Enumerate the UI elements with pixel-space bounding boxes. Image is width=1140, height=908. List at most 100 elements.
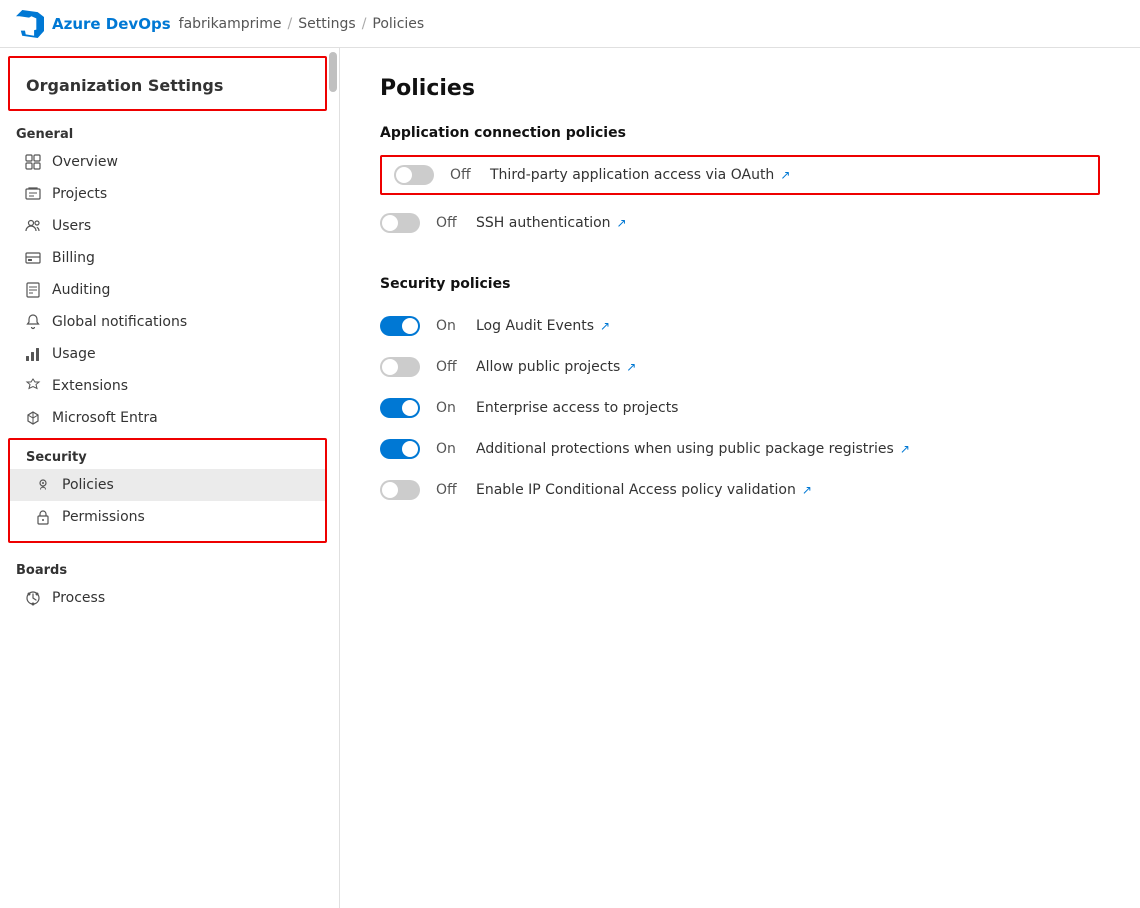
billing-icon [24,249,42,267]
azure-devops-logo-icon [16,10,44,38]
topbar: Azure DevOps fabrikamprime / Settings / … [0,0,1140,48]
sidebar-item-label: Process [52,590,105,606]
toggle-thumb-public-projects [382,359,398,375]
policy-name-public-projects: Allow public projects ↗ [476,359,636,375]
auditing-icon [24,281,42,299]
breadcrumb-current: Policies [372,16,424,32]
grid-icon [24,153,42,171]
projects-icon [24,185,42,203]
toggle-thumb-ssh [382,215,398,231]
sidebar-section-security: Security [10,448,325,469]
logo[interactable]: Azure DevOps [16,10,171,38]
policy-link-ssh[interactable]: ↗ [617,216,627,230]
sidebar-item-label: Policies [62,477,114,493]
policy-name-enterprise-access: Enterprise access to projects [476,400,678,416]
sidebar-item-usage[interactable]: Usage [0,338,339,370]
toggle-state-package-registries: On [436,441,460,457]
notification-icon [24,313,42,331]
users-icon [24,217,42,235]
policy-link-ip-conditional[interactable]: ↗ [802,483,812,497]
sidebar-item-label: Overview [52,154,118,170]
app-name[interactable]: Azure DevOps [52,15,171,33]
sidebar-item-label: Extensions [52,378,128,394]
sidebar-item-label: Projects [52,186,107,202]
toggle-ip-conditional[interactable] [380,480,420,500]
sidebar-item-users[interactable]: Users [0,210,339,242]
usage-icon [24,345,42,363]
breadcrumb: fabrikamprime / Settings / Policies [179,16,425,32]
toggle-thumb-oauth [396,167,412,183]
sidebar-item-billing[interactable]: Billing [0,242,339,274]
sidebar-item-label: Users [52,218,91,234]
sidebar-item-label: Usage [52,346,96,362]
sidebar-item-microsoft-entra[interactable]: Microsoft Entra [0,402,339,434]
toggle-state-oauth: Off [450,167,474,183]
breadcrumb-settings[interactable]: Settings [298,16,355,32]
policy-row-public-projects: Off Allow public projects ↗ [380,347,1100,388]
policy-link-public-projects[interactable]: ↗ [626,360,636,374]
toggle-oauth[interactable] [394,165,434,185]
sidebar: Organization Settings General Overview [0,48,340,908]
sidebar-item-label: Permissions [62,509,145,525]
policy-link-package-registries[interactable]: ↗ [900,442,910,456]
toggle-state-log-audit: On [436,318,460,334]
page-title: Policies [380,76,1100,101]
process-icon [24,589,42,607]
sidebar-item-overview[interactable]: Overview [0,146,339,178]
extension-icon [24,377,42,395]
policy-row-ip-conditional: Off Enable IP Conditional Access policy … [380,470,1100,511]
org-settings-header: Organization Settings [8,56,327,111]
policy-row-log-audit: On Log Audit Events ↗ [380,306,1100,347]
sidebar-item-auditing[interactable]: Auditing [0,274,339,306]
policy-row-ssh: Off SSH authentication ↗ [380,203,1100,244]
lock-icon [34,508,52,526]
sidebar-item-permissions[interactable]: Permissions [10,501,325,533]
policy-link-log-audit[interactable]: ↗ [600,319,610,333]
policy-row-oauth: Off Third-party application access via O… [380,155,1100,195]
breadcrumb-org[interactable]: fabrikamprime [179,16,282,32]
toggle-public-projects[interactable] [380,357,420,377]
security-policies-group: On Log Audit Events ↗ Off Allow public p… [380,306,1100,511]
toggle-ssh[interactable] [380,213,420,233]
spacer [380,264,1100,276]
policy-name-ssh: SSH authentication ↗ [476,215,627,231]
toggle-package-registries[interactable] [380,439,420,459]
sidebar-section-security-box: Security Policies [8,438,327,543]
main-content: Policies Application connection policies… [340,48,1140,908]
sidebar-item-policies[interactable]: Policies [10,469,325,501]
policy-link-oauth[interactable]: ↗ [780,168,790,182]
toggle-state-public-projects: Off [436,359,460,375]
app-connection-section-label: Application connection policies [380,125,1100,141]
policy-name-package-registries: Additional protections when using public… [476,441,910,457]
sidebar-section-general: General [0,115,339,146]
sidebar-item-process[interactable]: Process [0,582,339,614]
sidebar-item-label: Microsoft Entra [52,410,158,426]
layout: Organization Settings General Overview [0,48,1140,908]
policy-row-package-registries: On Additional protections when using pub… [380,429,1100,470]
toggle-state-enterprise-access: On [436,400,460,416]
scroll-indicator[interactable] [329,52,337,92]
toggle-thumb-package-registries [402,441,418,457]
toggle-enterprise-access[interactable] [380,398,420,418]
toggle-thumb-enterprise-access [402,400,418,416]
policy-icon [34,476,52,494]
toggle-log-audit[interactable] [380,316,420,336]
sidebar-item-extensions[interactable]: Extensions [0,370,339,402]
sidebar-item-label: Global notifications [52,314,187,330]
sidebar-item-label: Billing [52,250,95,266]
sidebar-item-projects[interactable]: Projects [0,178,339,210]
policy-row-enterprise-access: On Enterprise access to projects [380,388,1100,429]
policy-name-ip-conditional: Enable IP Conditional Access policy vali… [476,482,812,498]
breadcrumb-sep1: / [288,16,293,32]
policy-name-oauth: Third-party application access via OAuth… [490,167,790,183]
policy-name-log-audit: Log Audit Events ↗ [476,318,610,334]
toggle-state-ssh: Off [436,215,460,231]
toggle-thumb-log-audit [402,318,418,334]
sidebar-section-boards: Boards [0,551,339,582]
sidebar-item-global-notifications[interactable]: Global notifications [0,306,339,338]
toggle-state-ip-conditional: Off [436,482,460,498]
entra-icon [24,409,42,427]
app-connection-policies-group: Off Third-party application access via O… [380,155,1100,244]
breadcrumb-sep2: / [362,16,367,32]
toggle-thumb-ip-conditional [382,482,398,498]
